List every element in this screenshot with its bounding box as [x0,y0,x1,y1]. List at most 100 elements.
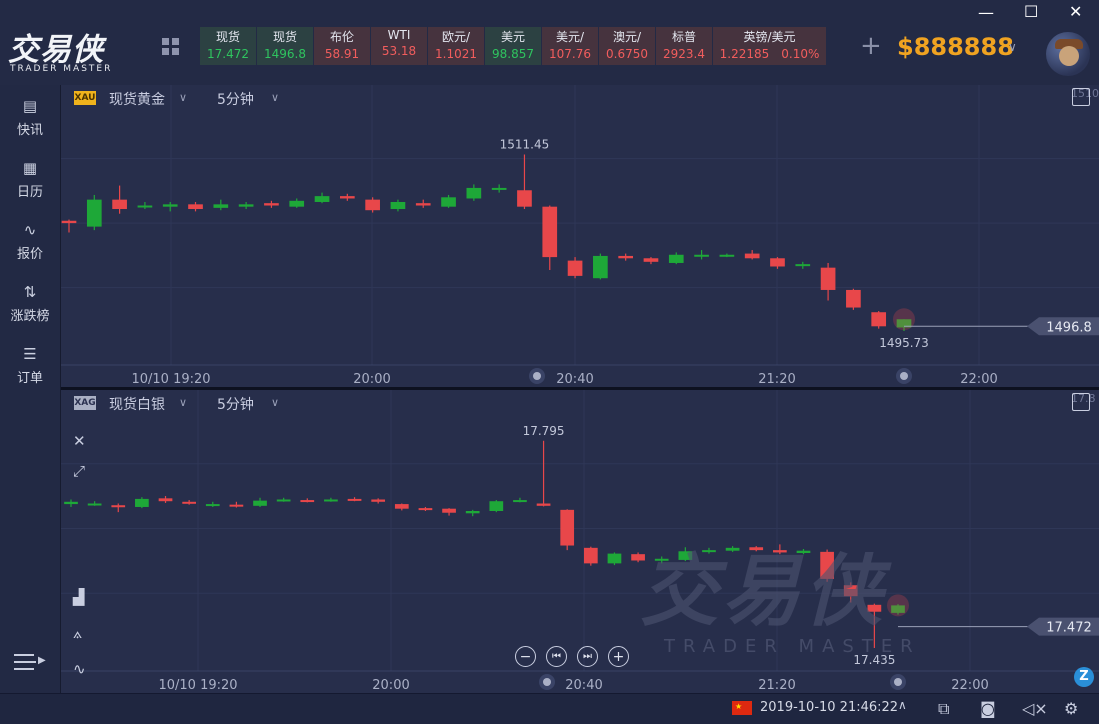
candle-body [517,190,532,207]
ticker-item[interactable]: 美元/107.76 [542,27,598,65]
candle-body [347,498,362,501]
minimize-icon[interactable]: — [978,3,994,22]
chart-controls: − ⏮ ⏭ + [515,646,629,667]
ticker-item[interactable]: 标普 2923.4 [656,27,712,65]
ticker-name: 布伦 [329,30,354,44]
zoom-in-button[interactable]: + [608,646,629,667]
panel-toggle-icon[interactable] [1072,393,1090,411]
sidebar-item-label: 快讯 [16,123,43,138]
watermark-en: TRADER MASTER [664,636,921,657]
gold-chart[interactable]: 10/10 19:20 20:00 20:40 21:20 22:00 1511.45 14… [61,85,1099,387]
candle-body [64,501,78,505]
chevron-down-icon[interactable]: ∨ [1008,40,1017,54]
ticker-value-row: 1.22185 0.10% [713,47,826,61]
sidebar-item-label: 订单 [16,371,43,386]
chevron-down-icon[interactable]: ∨ [271,396,279,409]
ticker-item[interactable]: 布伦 58.91 [314,27,370,65]
chevron-up-icon[interactable]: ∧ [898,698,907,712]
candle-body [465,510,480,514]
camera-icon[interactable]: ◙ [980,699,996,718]
x-tick-label: 10/10 19:20 [158,678,237,693]
candle-body [618,255,634,259]
sidebar-item-news[interactable]: ▤ 快讯 [0,97,60,138]
sidebar-item-calendar[interactable]: ▦ 日历 [0,159,60,200]
symbol-name[interactable]: 现货黄金 [109,89,165,109]
close-icon[interactable]: ✕ [73,432,86,450]
watermark-cn: 交易侠 [640,547,887,637]
scroll-handle-dot [900,372,908,380]
ticker-value: 0.6750 [606,47,648,61]
x-tick-label: 10/10 19:20 [131,372,210,387]
ticker-item[interactable]: 现货 1496.8 [257,27,313,65]
sidebar-item-label: 日历 [16,185,43,200]
candle-body [489,501,504,511]
mute-icon[interactable]: ◁× [1022,699,1048,718]
compass-icon[interactable]: ⟑ [73,624,82,642]
add-icon[interactable]: + [860,31,882,61]
chevron-down-icon[interactable]: ∨ [179,91,187,104]
symbol-name[interactable]: 现货白银 [109,394,165,414]
account-balance[interactable]: $888888 [897,33,1014,61]
candle-body [536,503,551,506]
candle-body [135,498,149,507]
candle-body [162,204,178,207]
ticker-value: 58.91 [324,47,360,61]
status-bar: ★ 2019-10-10 21:46:22 ∧ ⧉ ◙ ◁× ⚙ [0,693,1099,724]
candle-body [300,500,315,503]
close-icon[interactable]: ✕ [1069,2,1082,21]
ticker-item[interactable]: 美元 98.857 [485,27,541,65]
avatar[interactable] [1046,32,1090,76]
panel-toggle-icon[interactable] [1072,88,1090,106]
candle-body [137,205,153,208]
ticker-name: 现货 [215,30,240,44]
ticker-item[interactable]: 英镑/美元 1.22185 0.10% [713,27,826,65]
ticker-item[interactable]: WTI 53.18 [371,27,427,65]
pulse-icon[interactable]: ∿ [73,660,86,678]
up-down-arrows-icon: ⇅ [23,283,37,301]
zoom-out-button[interactable]: − [515,646,536,667]
ticker-item[interactable]: 欧元/1.1021 [428,27,484,65]
period-selector[interactable]: 5分钟 [217,394,254,414]
high-price-label: 1511.45 [500,137,550,151]
period-selector[interactable]: 5分钟 [217,89,254,109]
skip-start-button[interactable]: ⏮ [546,646,567,667]
candle-body [289,200,305,207]
candle-body [795,264,811,267]
chevron-down-icon[interactable]: ∨ [179,396,187,409]
expand-icon[interactable]: ⤢ [73,462,85,480]
ticker-item[interactable]: 现货 17.472 [200,27,256,65]
ticker-value: 1496.8 [264,47,306,61]
candle-body [415,203,431,206]
gear-icon[interactable]: ⚙ [1064,699,1078,718]
ticker-item[interactable]: 澳元/0.6750 [599,27,655,65]
sidebar-item-quotes[interactable]: ∿ 报价 [0,221,60,262]
gold-chart-panel[interactable]: 10/10 19:20 20:00 20:40 21:20 22:00 1511.45 14… [61,85,1099,387]
ticker-change: 0.10% [781,47,820,61]
candle-body [339,196,355,199]
bar-chart-icon[interactable]: ▟ [73,588,85,606]
candle-body [583,547,598,564]
candle-body [668,254,684,263]
ticker-name: WTI [387,28,411,42]
ticker-value: 107.76 [549,47,591,61]
candle-body [205,504,220,507]
candle-body [276,499,291,502]
skip-end-button[interactable]: ⏭ [577,646,598,667]
chevron-down-icon[interactable]: ∨ [271,91,279,104]
sidebar-item-orders[interactable]: ☰ 订单 [0,345,60,386]
grid-layout-icon[interactable] [162,38,180,56]
china-flag-icon: ★ [732,701,752,715]
candle-body [365,199,380,211]
sidebar-item-ranking[interactable]: ⇅ 涨跌榜 [0,283,60,324]
windows-icon[interactable]: ⧉ [938,699,949,719]
candle-body [694,254,709,257]
z-logo-icon[interactable]: Z [1074,667,1094,687]
sidebar: ▤ 快讯 ▦ 日历 ∿ 报价 ⇅ 涨跌榜 ☰ 订单 ▶ [0,85,61,693]
maximize-icon[interactable]: ☐ [1024,2,1038,21]
ticker-name: 欧元/ [441,30,471,44]
x-tick-label: 22:00 [960,372,997,387]
logo-en: TRADER MASTER [10,64,113,74]
menu-icon[interactable]: ▶ [14,652,46,672]
candle-body [513,500,527,503]
last-candle-glow [893,308,915,331]
